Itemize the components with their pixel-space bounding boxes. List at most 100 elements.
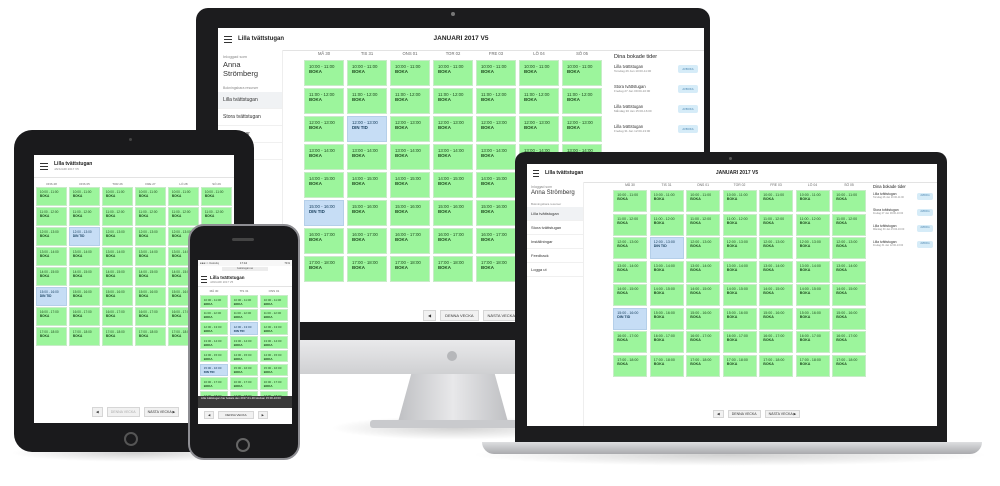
slot-available[interactable]: 10:00 - 11:00 BOKA <box>390 60 430 86</box>
laptop-sidebar-item-lilla[interactable]: Lilla tvättstugan <box>527 207 583 221</box>
prev-week-button[interactable]: ◀ <box>423 310 437 321</box>
phone-prev-week-button[interactable]: ◀ <box>204 411 215 419</box>
phone-menu-icon[interactable] <box>201 274 207 285</box>
laptop-sidebar-item-settings[interactable]: Inställningar <box>527 235 583 249</box>
slot-available[interactable]: 13:00 - 14:00BOKA <box>433 144 473 170</box>
slot-available[interactable]: 10:00 - 11:00 BOKA <box>562 60 602 86</box>
slot-available[interactable]: 17:00 - 18:00BOKA <box>832 354 866 377</box>
slot-available[interactable]: 14:00 - 15:00BOKA <box>260 349 288 363</box>
slot-available[interactable]: 15:00 - 16:00BOKA <box>795 307 830 330</box>
slot-available[interactable]: 12:00 - 13:00BOKA <box>613 237 647 259</box>
slot-available[interactable]: 16:00 - 17:00BOKA <box>433 228 473 254</box>
slot-available[interactable]: 14:00 - 15:00BOKA <box>36 267 67 286</box>
slot-available[interactable]: 12:00 - 13:00BOKA <box>759 237 793 259</box>
slot-available[interactable]: 15:00 - 16:00BOKA <box>230 363 258 376</box>
slot-available[interactable]: 11:00 - 12:00 BOKA <box>433 88 473 114</box>
slot-available[interactable]: 10:00 - 11:00 BOKA <box>649 190 684 212</box>
slot-available[interactable]: 11:00 - 12:00 BOKA <box>304 88 344 114</box>
slot-available[interactable]: 17:00 - 18:00BOKA <box>649 354 684 377</box>
laptop-sidebar-item-stora[interactable]: Stora tvättstugan <box>527 221 583 235</box>
slot-available[interactable]: 10:00 - 11:00 BOKA <box>476 60 516 86</box>
slot-available[interactable]: 13:00 - 14:00BOKA <box>795 260 830 283</box>
slot-available[interactable]: 16:00 - 17:00BOKA <box>795 331 830 353</box>
slot-available[interactable]: 17:00 - 18:00BOKA <box>390 256 430 282</box>
slot-my-booking[interactable]: 15:00 - 16:00 DIN TID <box>36 287 67 306</box>
slot-available[interactable]: 14:00 - 15:00BOKA <box>135 267 166 286</box>
slot-available[interactable]: 10:00 - 11:00 BOKA <box>347 60 387 86</box>
cancel-booking-button[interactable]: AVBOKA <box>678 65 698 73</box>
slot-available[interactable]: 17:00 - 18:00BOKA <box>102 327 133 346</box>
slot-available[interactable]: 11:00 - 12:00 BOKA <box>795 213 830 236</box>
cancel-booking-button[interactable]: AVBOKA <box>678 125 698 133</box>
slot-available[interactable]: 10:00 - 11:00 BOKA <box>201 187 232 206</box>
slot-available[interactable]: 13:00 - 14:00BOKA <box>36 247 67 266</box>
slot-available[interactable]: 14:00 - 15:00BOKA <box>390 172 430 198</box>
slot-available[interactable]: 13:00 - 14:00BOKA <box>832 260 866 283</box>
slot-available[interactable]: 10:00 - 11:00 BOKA <box>102 187 133 206</box>
slot-available[interactable]: 12:00 - 13:00BOKA <box>390 116 430 142</box>
slot-available[interactable]: 11:00 - 12:00 BOKA <box>476 88 516 114</box>
slot-available[interactable]: 13:00 - 14:00BOKA <box>686 260 720 283</box>
laptop-menu-icon[interactable] <box>533 168 539 179</box>
slot-available[interactable]: 17:00 - 18:00BOKA <box>722 354 757 377</box>
slot-available[interactable]: 13:00 - 14:00BOKA <box>69 247 100 266</box>
slot-available[interactable]: 11:00 - 12:00 BOKA <box>832 213 866 236</box>
slot-available[interactable]: 12:00 - 13:00BOKA <box>135 227 166 246</box>
menu-icon[interactable] <box>224 34 232 45</box>
slot-available[interactable]: 11:00 - 12:00 BOKA <box>759 213 793 236</box>
slot-available[interactable]: 12:00 - 13:00BOKA <box>102 227 133 246</box>
slot-available[interactable]: 10:00 - 11:00 BOKA <box>135 187 166 206</box>
slot-available[interactable]: 15:00 - 16:00BOKA <box>102 287 133 306</box>
slot-available[interactable]: 16:00 - 17:00BOKA <box>102 307 133 326</box>
slot-available[interactable]: 12:00 - 13:00BOKA <box>519 116 559 142</box>
slot-available[interactable]: 11:00 - 12:00 BOKA <box>519 88 559 114</box>
slot-available[interactable]: 15:00 - 16:00BOKA <box>832 307 866 330</box>
slot-available[interactable]: 10:00 - 11:00 BOKA <box>36 187 67 206</box>
slot-available[interactable]: 16:00 - 17:00BOKA <box>69 307 100 326</box>
slot-available[interactable]: 15:00 - 16:00BOKA <box>759 307 793 330</box>
slot-available[interactable]: 13:00 - 14:00BOKA <box>304 144 344 170</box>
slot-available[interactable]: 14:00 - 15:00BOKA <box>649 284 684 306</box>
slot-available[interactable]: 10:00 - 11:00 BOKA <box>686 190 720 212</box>
slot-available[interactable]: 12:00 - 13:00BOKA <box>562 116 602 142</box>
slot-available[interactable]: 16:00 - 17:00BOKA <box>230 377 258 390</box>
laptop-this-week-button[interactable]: DENNA VECKA <box>727 410 761 418</box>
slot-available[interactable]: 11:00 - 12:00 BOKA <box>168 207 199 226</box>
phone-this-week-button[interactable]: DENNA VECKA <box>218 411 254 419</box>
slot-available[interactable]: 14:00 - 15:00BOKA <box>347 172 387 198</box>
slot-available[interactable]: 15:00 - 16:00BOKA <box>347 200 387 226</box>
sidebar-item-lilla[interactable]: Lilla tvättstugan <box>218 92 282 109</box>
slot-available[interactable]: 13:00 - 14:00BOKA <box>102 247 133 266</box>
slot-available[interactable]: 15:00 - 16:00BOKA <box>390 200 430 226</box>
slot-available[interactable]: 10:00 - 11:00 BOKA <box>795 190 830 212</box>
slot-available[interactable]: 17:00 - 18:00BOKA <box>304 256 344 282</box>
tablet-prev-week-button[interactable]: ◀ <box>92 407 103 417</box>
slot-my-booking[interactable]: 15:00 - 16:00 DIN TID <box>613 307 647 330</box>
slot-available[interactable]: 14:00 - 15:00BOKA <box>476 172 516 198</box>
slot-available[interactable]: 16:00 - 17:00BOKA <box>200 377 228 390</box>
cancel-booking-button[interactable]: AVBOKA <box>678 105 698 113</box>
slot-available[interactable]: 15:00 - 16:00BOKA <box>135 287 166 306</box>
slot-available[interactable]: 16:00 - 17:00BOKA <box>759 331 793 353</box>
phone-home-button[interactable] <box>236 438 250 452</box>
phone-next-week-button[interactable]: ▶ <box>257 411 268 419</box>
slot-available[interactable]: 17:00 - 18:00BOKA <box>476 256 516 282</box>
slot-available[interactable]: 15:00 - 16:00BOKA <box>722 307 757 330</box>
slot-available[interactable]: 10:00 - 11:00 BOKA <box>519 60 559 86</box>
slot-available[interactable]: 11:00 - 12:00 BOKA <box>260 308 288 322</box>
slot-available[interactable]: 13:00 - 14:00BOKA <box>613 260 647 283</box>
slot-available[interactable]: 11:00 - 12:00 BOKA <box>722 213 757 236</box>
tablet-next-week-button[interactable]: NÄSTA VECKA ▶ <box>143 407 180 417</box>
slot-available[interactable]: 16:00 - 17:00BOKA <box>722 331 757 353</box>
slot-available[interactable]: 13:00 - 14:00BOKA <box>347 144 387 170</box>
slot-available[interactable]: 17:00 - 18:00BOKA <box>433 256 473 282</box>
slot-available[interactable]: 11:00 - 12:00 BOKA <box>135 207 166 226</box>
slot-available[interactable]: 12:00 - 13:00BOKA <box>795 237 830 259</box>
slot-available[interactable]: 10:00 - 11:00 BOKA <box>722 190 757 212</box>
slot-available[interactable]: 12:00 - 13:00BOKA <box>260 322 288 335</box>
slot-available[interactable]: 16:00 - 17:00BOKA <box>260 377 288 390</box>
slot-available[interactable]: 12:00 - 13:00BOKA <box>722 237 757 259</box>
slot-available[interactable]: 13:00 - 14:00BOKA <box>135 247 166 266</box>
slot-available[interactable]: 10:00 - 11:00 BOKA <box>69 187 100 206</box>
slot-available[interactable]: 15:00 - 16:00BOKA <box>433 200 473 226</box>
